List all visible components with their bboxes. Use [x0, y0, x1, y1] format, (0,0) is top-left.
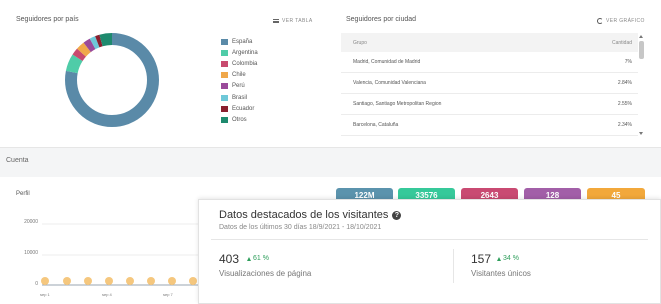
city-table: Grupo Cantidad Madrid, Comunidad de Madr… — [341, 33, 638, 137]
x-tick-label: sep 1 — [40, 292, 50, 297]
unique-visitors-delta-value: 34 % — [503, 255, 519, 262]
legend-item[interactable]: Colombia — [221, 58, 258, 69]
visitor-highlights-subtitle: Datos de los últimos 30 días 18/9/2021 -… — [219, 224, 382, 231]
followers-card: Seguidores por país VER TABLA España Arge… — [0, 0, 661, 148]
unique-visitors-delta: 34 % — [497, 255, 519, 262]
table-row[interactable]: Santiago, Santiago Metropolitan Region 2.… — [341, 94, 638, 115]
view-table-button[interactable]: VER TABLA — [273, 18, 313, 24]
stats-divider — [453, 249, 454, 283]
legend-swatch — [221, 72, 228, 79]
legend-label: Brasil — [232, 94, 248, 101]
legend-swatch — [221, 105, 228, 112]
profile-line-chart — [41, 223, 200, 286]
unique-visitors-value: 157 — [471, 252, 492, 266]
legend-swatch — [221, 60, 228, 67]
section-label-cuenta: Cuenta — [6, 157, 29, 164]
followers-donut-chart — [65, 33, 159, 127]
refresh-icon — [597, 18, 603, 24]
unique-visitors-label: Visitantes únicos — [471, 269, 531, 278]
legend-label: Colombia — [232, 60, 258, 67]
legend-label: Perú — [232, 83, 245, 90]
column-header-quantity: Cantidad — [611, 39, 632, 46]
view-table-label: VER TABLA — [282, 18, 313, 24]
data-point[interactable] — [168, 277, 176, 285]
city-value-cell: 2.55% — [617, 101, 632, 107]
followers-by-country-title: Seguidores por país — [16, 16, 79, 23]
column-header-group: Grupo — [353, 39, 367, 46]
legend-swatch — [221, 94, 228, 101]
legend-item[interactable]: Brasil — [221, 92, 258, 103]
table-icon — [273, 19, 279, 23]
legend-swatch — [221, 49, 228, 56]
legend-swatch — [221, 83, 228, 90]
legend-swatch — [221, 116, 228, 123]
legend-label: Otros — [232, 116, 247, 123]
city-value-cell: 7% — [624, 59, 632, 65]
trend-up-icon — [247, 256, 251, 261]
legend-label: Argentina — [232, 49, 258, 56]
table-row[interactable]: Valencia, Comunidad Valenciana 2.84% — [341, 73, 638, 94]
scroll-up-arrow-icon[interactable] — [639, 35, 643, 38]
legend-label: Chile — [232, 72, 246, 79]
legend-swatch — [221, 38, 228, 45]
page-views-label: Visualizaciones de página — [219, 269, 312, 278]
city-value-cell: 2.34% — [617, 122, 632, 128]
view-chart-label: VER GRÁFICO — [606, 18, 645, 24]
view-chart-button[interactable]: VER GRÁFICO — [597, 18, 645, 24]
data-point[interactable] — [63, 277, 71, 285]
page-views-delta: 61 % — [247, 255, 269, 262]
table-row[interactable]: Buenos Aires, Ciudad Autónoma de Buenos … — [341, 136, 638, 137]
city-name-cell: Santiago, Santiago Metropolitan Region — [353, 101, 442, 107]
legend-item[interactable]: Chile — [221, 70, 258, 81]
data-point[interactable] — [147, 277, 155, 285]
data-point[interactable] — [84, 277, 92, 285]
divider — [211, 239, 648, 240]
data-point[interactable] — [126, 277, 134, 285]
city-name-cell: Valencia, Comunidad Valenciana — [353, 80, 426, 86]
city-name-cell: Barcelona, Cataluña — [353, 122, 399, 128]
legend-label: España — [232, 38, 253, 45]
legend-item[interactable]: Ecuador — [221, 103, 258, 114]
table-header: Grupo Cantidad — [341, 33, 638, 52]
legend-item[interactable]: Argentina — [221, 47, 258, 58]
followers-by-city-title: Seguidores por ciudad — [346, 16, 417, 23]
x-tick-label: sep 4 — [102, 292, 112, 297]
visitor-highlights-title-text: Datos destacados de los visitantes — [219, 209, 389, 221]
country-legend: España Argentina Colombia Chile Perú Brasil Ec… — [221, 36, 258, 126]
data-point[interactable] — [105, 277, 113, 285]
trend-up-icon — [497, 256, 501, 261]
x-tick-label: sep 7 — [163, 292, 173, 297]
table-scrollbar[interactable] — [638, 33, 645, 137]
scroll-thumb[interactable] — [639, 41, 644, 59]
table-row[interactable]: Madrid, Comunidad de Madrid 7% — [341, 52, 638, 73]
legend-label: Ecuador — [232, 105, 255, 112]
table-row[interactable]: Barcelona, Cataluña 2.34% — [341, 115, 638, 136]
data-point[interactable] — [41, 277, 49, 285]
visitor-highlights-panel: Datos destacados de los visitantes ? Dat… — [198, 199, 661, 304]
legend-item[interactable]: Otros — [221, 114, 258, 125]
dashboard: Seguidores por país VER TABLA España Arge… — [0, 0, 661, 304]
help-icon[interactable]: ? — [392, 210, 402, 220]
legend-item[interactable]: España — [221, 36, 258, 47]
data-point[interactable] — [189, 277, 197, 285]
page-views-delta-value: 61 % — [253, 255, 269, 262]
scroll-down-arrow-icon[interactable] — [639, 132, 643, 135]
city-value-cell: 2.84% — [617, 80, 632, 86]
page-views-value: 403 — [219, 252, 240, 266]
visitor-highlights-title: Datos destacados de los visitantes ? — [219, 209, 402, 221]
legend-item[interactable]: Perú — [221, 81, 258, 92]
city-name-cell: Madrid, Comunidad de Madrid — [353, 59, 421, 65]
